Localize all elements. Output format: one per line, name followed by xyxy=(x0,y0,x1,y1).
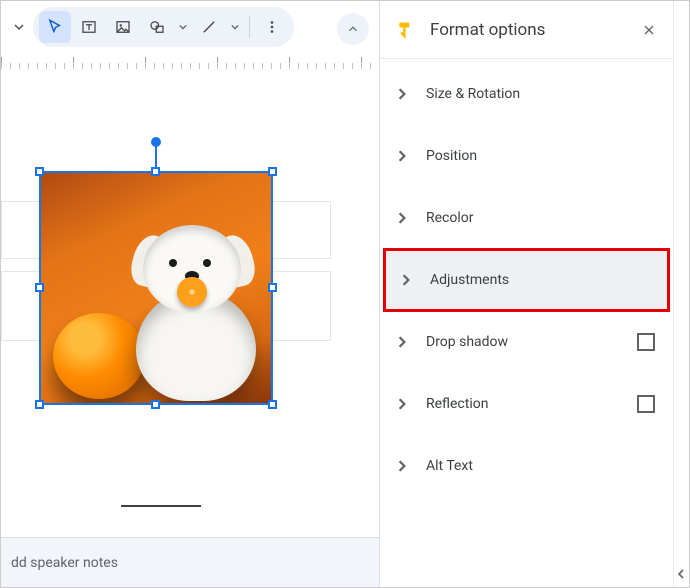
more-vert-icon xyxy=(263,18,281,36)
side-rail xyxy=(673,1,689,587)
side-rail-expand-button[interactable] xyxy=(676,569,686,579)
panel-section-alt-text[interactable]: Alt Text xyxy=(380,435,673,497)
close-icon xyxy=(641,22,657,38)
chevron-right-icon xyxy=(392,212,412,224)
rotation-handle-line xyxy=(155,145,157,169)
panel-section-label: Alt Text xyxy=(426,458,655,474)
panel-section-reflection[interactable]: Reflection xyxy=(380,373,673,435)
cursor-icon xyxy=(46,18,64,36)
speaker-notes-placeholder: dd speaker notes xyxy=(11,555,118,571)
resize-handle-bl[interactable] xyxy=(35,400,44,409)
panel-section-label: Reflection xyxy=(426,396,623,412)
resize-handle-br[interactable] xyxy=(268,400,277,409)
image-tool-button[interactable] xyxy=(107,11,139,43)
panel-section-adjustments[interactable]: Adjustments xyxy=(384,249,669,311)
panel-section-size-rotation[interactable]: Size & Rotation xyxy=(380,63,673,125)
panel-close-button[interactable] xyxy=(641,22,657,38)
image-content-dog-eye xyxy=(203,259,211,267)
toolbar-leading-dropdown[interactable] xyxy=(11,22,27,32)
line-tool-dropdown[interactable] xyxy=(227,23,243,31)
caret-down-icon xyxy=(231,23,239,31)
textbox-icon xyxy=(80,18,98,36)
resize-handle-t[interactable] xyxy=(151,167,160,176)
shape-tool-button[interactable] xyxy=(141,11,173,43)
resize-handle-b[interactable] xyxy=(151,400,160,409)
toolbar xyxy=(1,1,379,53)
line-tool-button[interactable] xyxy=(193,11,225,43)
editor-left-pane: dd speaker notes xyxy=(1,1,379,587)
panel-section-label: Recolor xyxy=(426,210,655,226)
rotation-handle[interactable] xyxy=(151,137,161,147)
chevron-right-icon xyxy=(392,460,412,472)
panel-header: Format options xyxy=(380,1,673,59)
panel-section-list: Size & Rotation Position Recolor Adjustment… xyxy=(380,59,673,497)
speaker-notes-area[interactable]: dd speaker notes xyxy=(1,537,379,587)
resize-handle-tl[interactable] xyxy=(35,167,44,176)
image-content-orange xyxy=(53,313,145,399)
resize-handle-l[interactable] xyxy=(35,283,44,292)
chevron-right-icon xyxy=(392,88,412,100)
selected-image[interactable] xyxy=(41,173,271,403)
textbox-tool-button[interactable] xyxy=(73,11,105,43)
panel-section-checkbox[interactable] xyxy=(637,333,655,351)
chevron-right-icon xyxy=(392,150,412,162)
shape-tool-dropdown[interactable] xyxy=(175,23,191,31)
panel-section-drop-shadow[interactable]: Drop shadow xyxy=(380,311,673,373)
image-icon xyxy=(114,18,132,36)
panel-section-position[interactable]: Position xyxy=(380,125,673,187)
panel-section-checkbox[interactable] xyxy=(637,395,655,413)
caret-down-icon xyxy=(14,22,24,32)
chevron-right-icon xyxy=(396,274,416,286)
panel-section-label: Position xyxy=(426,148,655,164)
chevron-left-icon xyxy=(676,569,686,579)
line-icon xyxy=(200,18,218,36)
panel-title: Format options xyxy=(430,20,627,40)
panel-section-label: Adjustments xyxy=(430,272,651,288)
format-options-icon xyxy=(396,20,416,40)
chevron-right-icon xyxy=(392,398,412,410)
notes-resize-handle[interactable] xyxy=(121,505,201,507)
horizontal-ruler[interactable] xyxy=(1,53,379,71)
resize-handle-tr[interactable] xyxy=(268,167,277,176)
image-content-dog-eye xyxy=(169,259,177,267)
chevron-up-icon xyxy=(346,22,360,36)
select-tool-button[interactable] xyxy=(39,11,71,43)
more-tools-button[interactable] xyxy=(256,11,288,43)
caret-down-icon xyxy=(179,23,187,31)
resize-handle-r[interactable] xyxy=(268,283,277,292)
format-options-panel: Format options Size & Rotation Position Re… xyxy=(379,1,673,587)
shape-icon xyxy=(148,18,166,36)
panel-section-label: Size & Rotation xyxy=(426,86,655,102)
toolbar-tool-group xyxy=(33,7,294,47)
panel-section-recolor[interactable]: Recolor xyxy=(380,187,673,249)
image-content-orange-slice xyxy=(177,277,207,307)
collapse-toolbar-button[interactable] xyxy=(337,13,369,45)
panel-section-label: Drop shadow xyxy=(426,334,623,350)
selected-image-frame[interactable] xyxy=(39,171,273,405)
toolbar-separator xyxy=(249,16,250,38)
slide-canvas[interactable] xyxy=(1,71,379,519)
chevron-right-icon xyxy=(392,336,412,348)
